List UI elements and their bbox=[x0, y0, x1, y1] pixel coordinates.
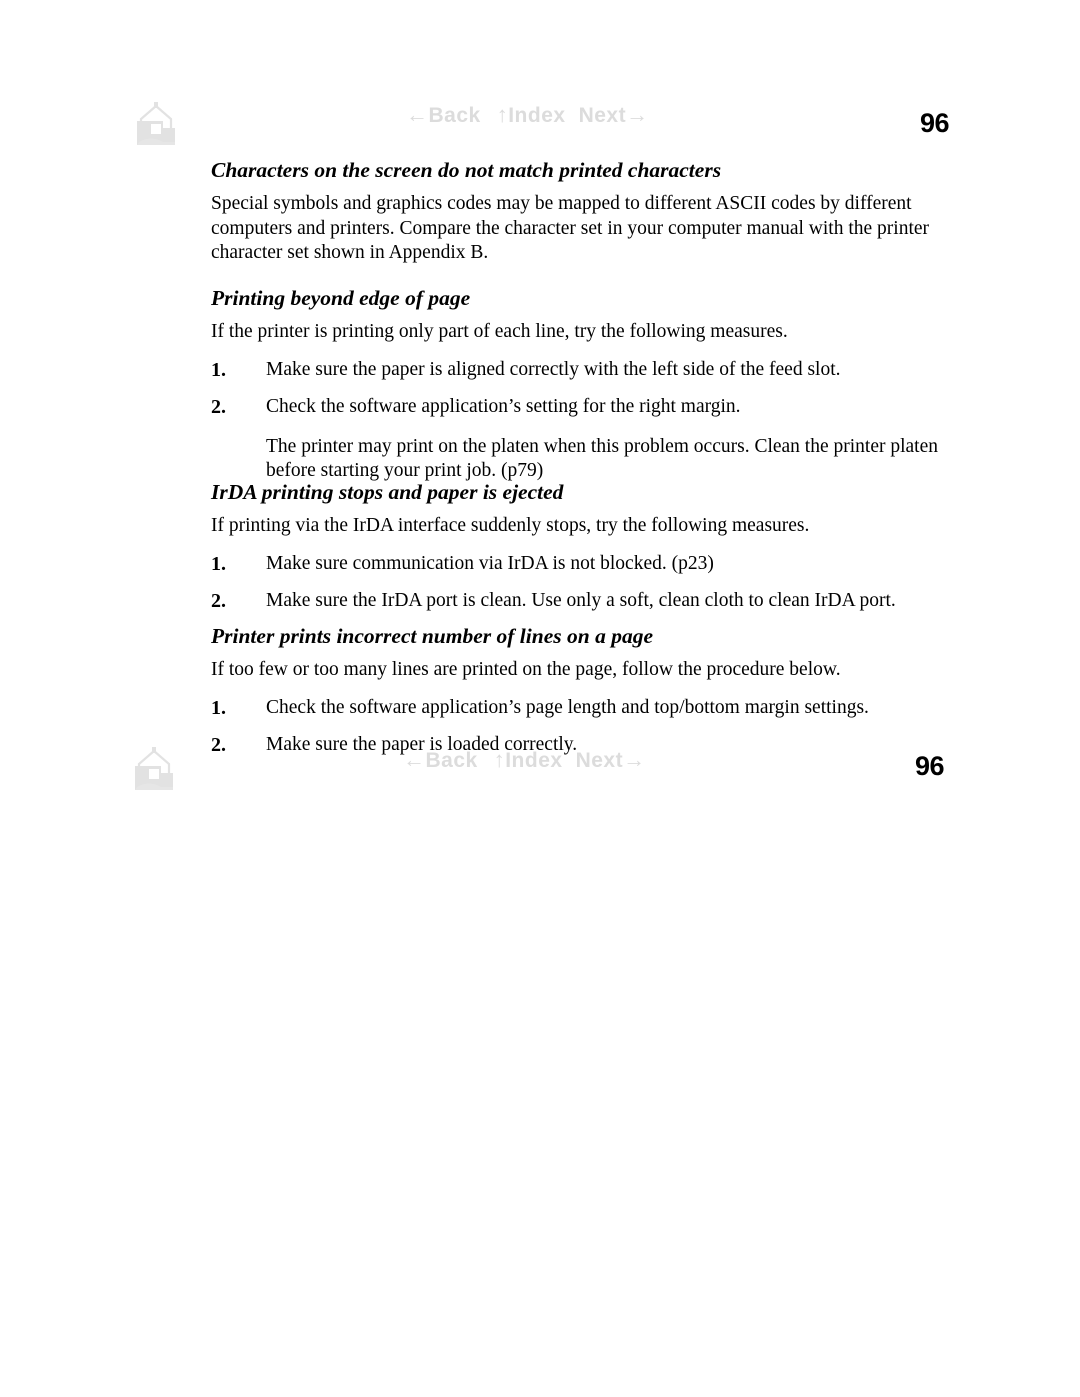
section-intro-text: If too few or too many lines are printed… bbox=[211, 659, 841, 680]
back-label: Back bbox=[428, 104, 481, 127]
list-item-number: 2. bbox=[211, 590, 226, 612]
section-incorrect-line-count: Printer prints incorrect number of lines… bbox=[211, 623, 971, 758]
next-label: Next bbox=[578, 104, 627, 127]
home-icon[interactable] bbox=[133, 95, 179, 147]
list-item-text: Check the software application’s page le… bbox=[266, 696, 869, 718]
list-item: 1. Make sure communication via IrDA is n… bbox=[211, 552, 971, 577]
list-item-number: 2. bbox=[211, 396, 226, 418]
nav-links: ←Back ↑Index Next→ bbox=[406, 102, 649, 128]
index-label: Index bbox=[508, 104, 566, 127]
list-item: 1. Make sure the paper is aligned correc… bbox=[211, 358, 971, 383]
list-item-number: 1. bbox=[211, 358, 226, 381]
next-label: Next bbox=[575, 749, 624, 772]
section-irda-printing-stops: IrDA printing stops and paper is ejected… bbox=[211, 479, 971, 614]
list-item-text: Make sure the paper is aligned correctly… bbox=[266, 358, 841, 380]
section-intro-text: If printing via the IrDA interface sudde… bbox=[211, 515, 810, 536]
section-intro-text: Special symbols and graphics codes may b… bbox=[211, 193, 930, 263]
nav-links: ←Back ↑Index Next→ bbox=[403, 747, 646, 773]
next-arrow-icon: → bbox=[626, 102, 649, 127]
list-item-text: Make sure communication via IrDA is not … bbox=[266, 552, 714, 574]
section-note-text: The printer may print on the platen when… bbox=[266, 435, 939, 482]
next-link[interactable]: Next→ bbox=[579, 102, 649, 128]
section-characters-mismatch: Characters on the screen do not match pr… bbox=[211, 157, 971, 266]
back-link[interactable]: ←Back bbox=[406, 102, 481, 128]
index-arrow-icon: ↑ bbox=[496, 102, 509, 127]
page-number-bottom: 96 bbox=[915, 751, 945, 781]
list-item: 2. Check the software application’s sett… bbox=[211, 395, 971, 420]
section-heading: Characters on the screen do not match pr… bbox=[211, 158, 722, 182]
section-heading: Printing beyond edge of page bbox=[211, 286, 471, 310]
next-arrow-icon: → bbox=[623, 747, 646, 772]
list-item-text: Make sure the IrDA port is clean. Use on… bbox=[266, 590, 896, 611]
index-arrow-icon: ↑ bbox=[493, 747, 506, 772]
back-arrow-icon: ← bbox=[403, 747, 426, 772]
bottom-navigation-bar: ←Back ↑Index Next→ 96 bbox=[0, 740, 1080, 800]
back-link[interactable]: ←Back bbox=[403, 747, 478, 773]
section-heading: IrDA printing stops and paper is ejected bbox=[211, 480, 564, 504]
index-label: Index bbox=[505, 749, 563, 772]
manual-page: ←Back ↑Index Next→ 96 Characters on the sc… bbox=[0, 0, 1080, 1397]
list-item-number: 1. bbox=[211, 552, 226, 575]
page-number-top: 96 bbox=[920, 108, 950, 138]
top-navigation-bar: ←Back ↑Index Next→ 96 bbox=[0, 95, 1080, 155]
numbered-list: 1. Make sure the paper is aligned correc… bbox=[211, 358, 971, 420]
back-label: Back bbox=[425, 749, 478, 772]
home-icon[interactable] bbox=[131, 740, 177, 792]
list-item: 2. Make sure the IrDA port is clean. Use… bbox=[211, 589, 971, 614]
back-arrow-icon: ← bbox=[406, 102, 429, 127]
list-item-text: Check the software application’s setting… bbox=[266, 396, 741, 417]
list-item-number: 1. bbox=[211, 696, 226, 719]
section-heading: Printer prints incorrect number of lines… bbox=[211, 624, 653, 648]
section-printing-beyond-edge: Printing beyond edge of page If the prin… bbox=[211, 285, 971, 503]
numbered-list: 1. Make sure communication via IrDA is n… bbox=[211, 552, 971, 614]
index-link[interactable]: ↑Index bbox=[497, 102, 566, 128]
index-link[interactable]: ↑Index bbox=[494, 747, 563, 773]
next-link[interactable]: Next→ bbox=[576, 747, 646, 773]
list-item: 1. Check the software application’s page… bbox=[211, 696, 971, 721]
section-intro-text: If the printer is printing only part of … bbox=[211, 321, 788, 342]
